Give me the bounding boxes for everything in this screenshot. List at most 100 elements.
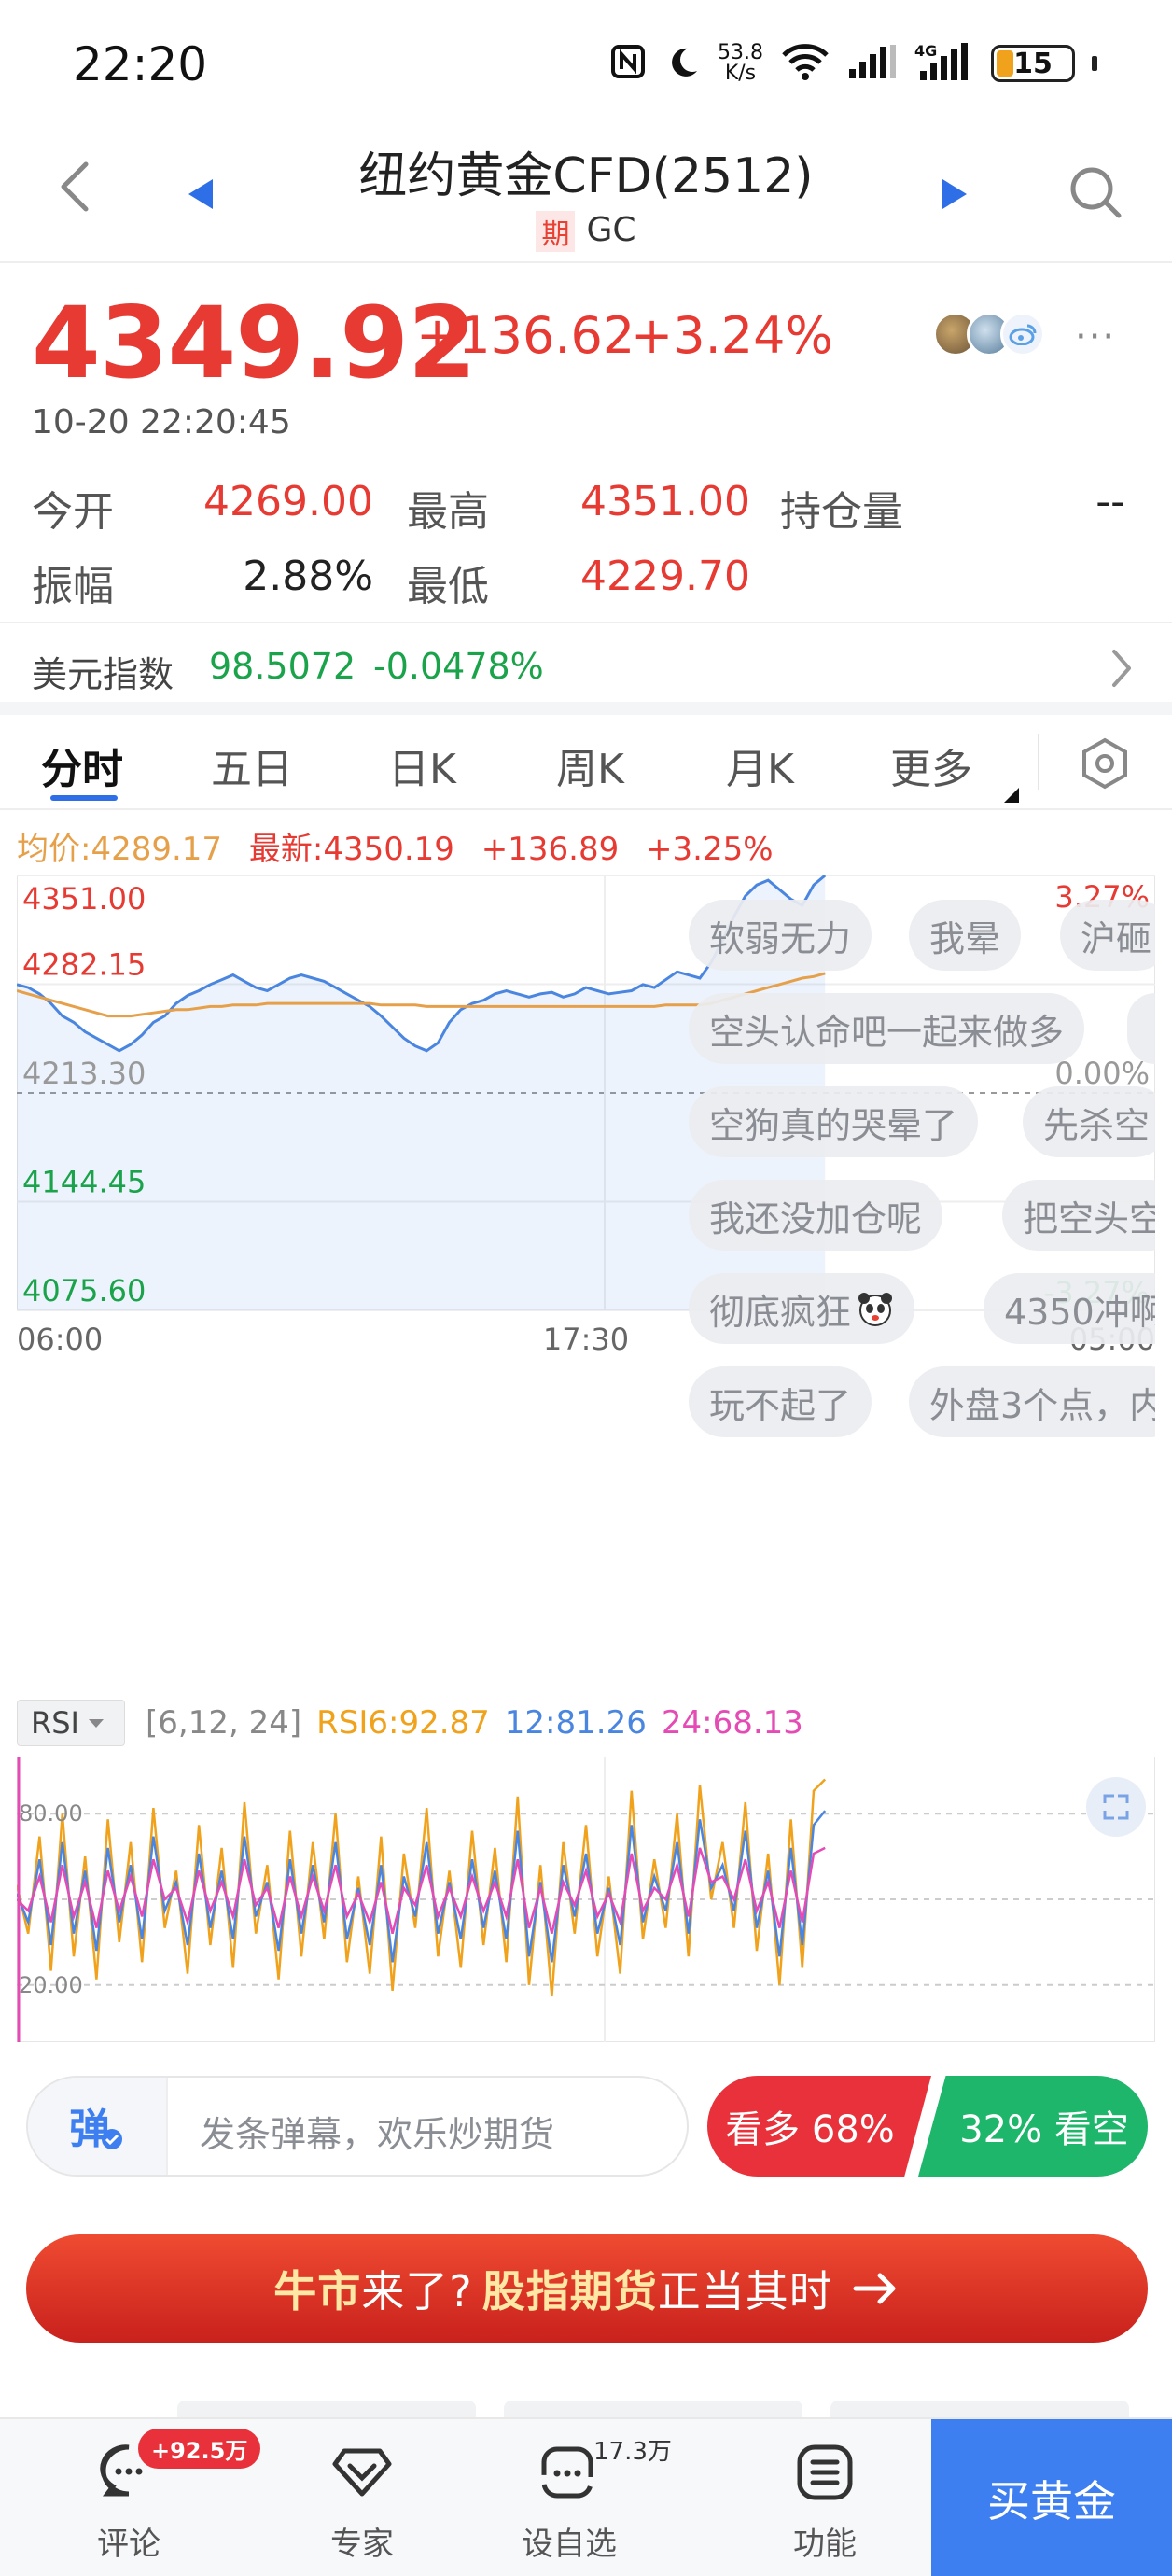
promo-banner[interactable]: 牛市 来了? 股指期货 正当其时 (26, 2234, 1148, 2343)
danmu-chip[interactable]: 玩不起了 (689, 1366, 872, 1437)
banner-text-4: 正当其时 (657, 2266, 833, 2317)
y-tick-label: 4282.15 (22, 947, 146, 983)
danmu-icon: 弹 (69, 2106, 122, 2152)
next-contract-button[interactable] (941, 177, 969, 215)
open-label: 今开 (32, 488, 114, 536)
moon-icon (663, 43, 701, 84)
danmu-chip[interactable]: 空狗真的哭晕了 (689, 1086, 979, 1157)
danmu-chip[interactable]: 沪砸 (1060, 900, 1155, 971)
danmu-chip-text: 彻底疯狂 (709, 1291, 852, 1333)
danmu-chip[interactable]: 我还没加仓呢 (689, 1180, 943, 1251)
net-speed: 53.8 K/s (718, 41, 763, 85)
nav-expert-label: 专家 (330, 2526, 394, 2563)
rsi6-value: RSI6:92.87 (316, 1704, 490, 1742)
quote-timestamp: 10-20 22:20:45 (32, 403, 291, 441)
more-button[interactable]: ··· (1075, 315, 1116, 358)
contract-code: 期 GC (0, 211, 1172, 252)
divider (1038, 734, 1039, 790)
danmu-placeholder: 发条弹幕，欢乐炒期货 (200, 2114, 555, 2155)
bullish-vote-button[interactable]: 看多 68% (707, 2076, 931, 2177)
page-title: 纽约黄金CFD(2512) (358, 148, 814, 204)
danmu-chip[interactable] (1127, 993, 1155, 1064)
nav-function-label: 功能 (793, 2526, 857, 2563)
rsi12-value: 12:81.26 (504, 1704, 647, 1742)
indicator-select-value: RSI (31, 1705, 79, 1741)
last-price: 4349.92 (32, 286, 477, 400)
chart-settings-button[interactable] (1079, 737, 1131, 793)
x-tick-label: 17:30 (543, 1322, 629, 1357)
latest-price: 最新:4350.19 (248, 831, 454, 868)
latest-change-pct: +3.25% (646, 831, 774, 868)
function-icon (797, 2444, 853, 2500)
avg-price: 均价:4289.17 (17, 831, 223, 868)
battery-nub (1092, 56, 1097, 71)
search-button[interactable] (1067, 164, 1123, 224)
nav-expert[interactable]: 专家 (297, 2442, 427, 2564)
usd-index-change: -0.0478% (373, 646, 544, 687)
card-peek (504, 2401, 802, 2417)
comment-count-badge: +92.5万 (138, 2429, 261, 2469)
follower-avatars[interactable] (933, 312, 1045, 357)
banner-text-1: 牛市 (273, 2266, 362, 2317)
tab-intraday[interactable]: 分时 (41, 735, 123, 795)
danmu-chip[interactable]: 4350冲啊啊 (984, 1273, 1155, 1344)
danmu-chip[interactable]: 外盘3个点，内 (909, 1366, 1155, 1437)
tab-daily-k[interactable]: 日K (388, 735, 456, 795)
rsi24-value: 24:68.13 (661, 1704, 803, 1742)
danmu-chip[interactable]: 把空头空 (1002, 1180, 1155, 1251)
expand-icon (1086, 1777, 1146, 1837)
status-icons: 53.8 K/s 4G 15 (609, 37, 1097, 90)
tab-more[interactable]: 更多 (890, 735, 972, 795)
more-corner-indicator (1004, 788, 1019, 803)
page-header: 纽约黄金CFD(2512) 期 GC (0, 131, 1172, 263)
x-tick-label: 06:00 (17, 1322, 103, 1357)
nfc-icon (609, 43, 647, 84)
danmu-chip[interactable]: 彻底疯狂 (689, 1273, 915, 1344)
tab-weekly-k[interactable]: 周K (556, 735, 624, 795)
banner-text-2: 来了? (361, 2266, 473, 2317)
buy-gold-button[interactable]: 买黄金 (931, 2419, 1172, 2576)
wifi-icon (780, 42, 830, 85)
signal-icon (847, 43, 898, 84)
danmu-chip[interactable]: 空头认命吧一起来做多 (689, 993, 1085, 1064)
y-tick-label: 4144.45 (22, 1165, 146, 1200)
bearish-vote-button[interactable]: 32% 看空 (918, 2076, 1148, 2177)
amplitude-label: 振幅 (32, 563, 114, 610)
rsi-params: [6,12, 24] (146, 1704, 302, 1742)
battery-icon: 15 (991, 45, 1075, 82)
watchlist-count: 17.3万 (593, 2438, 672, 2466)
chart-tabs: 分时 五日 日K 周K 月K 更多 (0, 715, 1172, 810)
usd-index-label: 美元指数 (32, 654, 174, 695)
low-value: 4229.70 (580, 553, 750, 600)
danmu-chip[interactable]: 软弱无力 (689, 900, 872, 971)
tab-five-day[interactable]: 五日 (211, 735, 293, 795)
rsi-chart[interactable]: 80.00 20.00 (17, 1757, 1155, 2042)
y-tick-label: 4213.30 (22, 1056, 146, 1091)
open-value: 4269.00 (203, 478, 373, 525)
expand-chart-button[interactable] (1086, 1777, 1146, 1837)
danmu-toggle-button[interactable]: 弹 (28, 2078, 168, 2175)
y-tick-label: 4351.00 (22, 881, 146, 917)
usd-index-row[interactable]: 美元指数 98.5072 -0.0478% (0, 622, 1172, 715)
caret-down-icon (88, 1718, 104, 1728)
open-interest-label: 持仓量 (780, 488, 903, 536)
add-watchlist-icon (541, 2446, 593, 2499)
nav-function[interactable]: 功能 (760, 2442, 890, 2564)
chevron-right-icon (1109, 648, 1135, 693)
nav-comment-label: 评论 (97, 2526, 160, 2563)
y-tick-label: 4075.60 (22, 1273, 146, 1309)
high-value: 4351.00 (580, 478, 750, 525)
status-bar: 22:20 53.8 K/s 4G 15 (0, 0, 1172, 131)
danmu-chip[interactable]: 先杀空 (1023, 1086, 1155, 1157)
tab-monthly-k[interactable]: 月K (726, 735, 794, 795)
arrow-right-icon (853, 2273, 896, 2304)
danmu-input-box[interactable]: 弹 发条弹幕，欢乐炒期货 (26, 2076, 689, 2177)
quote-panel: 4349.92 +136.62 +3.24% ··· 10-20 22:20:4… (0, 263, 1172, 622)
indicator-select[interactable]: RSI (17, 1700, 125, 1746)
signal-4g-icon: 4G (914, 41, 974, 86)
rsi-y-tick-label: 80.00 (19, 1800, 83, 1827)
danmu-overlay: 软弱无力 我晕 沪砸 空头认命吧一起来做多 空狗真的哭晕了 先杀空 我还没加仓呢… (689, 877, 1155, 1456)
settings-icon (1082, 737, 1127, 790)
latest-change: +136.89 (481, 831, 620, 868)
danmu-chip[interactable]: 我晕 (909, 900, 1022, 971)
